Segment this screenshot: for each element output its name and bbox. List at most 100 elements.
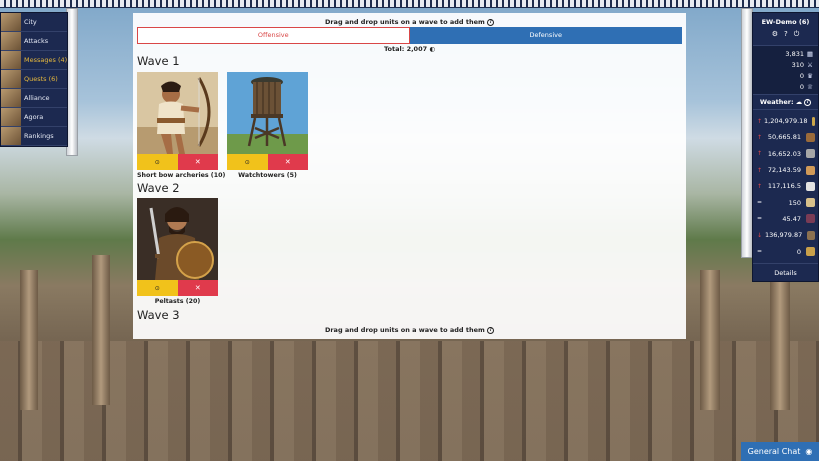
marble-icon bbox=[806, 181, 815, 191]
trend-up-icon: ↑ bbox=[757, 150, 763, 158]
messages-thumbnail-icon bbox=[1, 51, 21, 69]
menu-item-label: Quests (6) bbox=[24, 75, 58, 83]
resource-row: ↑ 1,204,979.18 bbox=[753, 113, 818, 129]
total-label: Total: bbox=[383, 45, 405, 53]
resource-value: 72,143.59 bbox=[767, 166, 801, 175]
instruction-text: Drag and drop units on a wave to add the… bbox=[324, 326, 485, 334]
alliance-thumbnail-icon bbox=[1, 89, 21, 107]
unit-card[interactable]: ⊙ ✕ Watchtowers (5) bbox=[227, 72, 308, 179]
trend-equal-icon: = bbox=[757, 215, 763, 223]
resources-list: ↑ 1,204,979.18 ↑ 50,665.81 ↑ 16,652.03 ↑ 72,… bbox=[753, 109, 818, 263]
info-icon: ⊙ bbox=[154, 284, 160, 292]
trophy-icon: ♕ bbox=[807, 82, 813, 91]
stone-icon bbox=[806, 149, 815, 159]
resource-value: 50,665.81 bbox=[767, 133, 801, 142]
remove-button[interactable]: ✕ bbox=[177, 154, 218, 170]
discord-icon: ◉ bbox=[805, 447, 813, 456]
info-button[interactable]: ⊙ bbox=[227, 154, 268, 170]
menu-item-rankings[interactable]: Rankings bbox=[1, 127, 67, 146]
unit-card[interactable]: ⊙ ✕ Peltasts (20) bbox=[137, 198, 218, 305]
stat-value: 310 bbox=[791, 60, 804, 69]
cart-icon bbox=[807, 230, 815, 240]
ruin-column bbox=[770, 280, 790, 410]
resource-value: 117,116.5 bbox=[767, 182, 801, 191]
stat-value: 3,831 bbox=[785, 49, 804, 58]
attacks-thumbnail-icon bbox=[1, 32, 21, 50]
resource-row: = 150 bbox=[753, 194, 818, 210]
info-icon: ⊙ bbox=[244, 158, 250, 166]
stat-row: 310 ⚔ bbox=[753, 59, 818, 70]
shield-icon: ◐ bbox=[429, 45, 436, 53]
stat-value: 0 bbox=[799, 82, 804, 91]
city-name[interactable]: EW-Demo (6) bbox=[753, 13, 818, 26]
bread-icon bbox=[806, 165, 815, 175]
stat-row: 0 ♕ bbox=[753, 81, 818, 92]
resource-value: 1,204,979.18 bbox=[764, 117, 808, 126]
card-actions: ⊙ ✕ bbox=[227, 154, 308, 170]
city-actions: ⚙ ? ⏻ bbox=[753, 26, 818, 45]
unit-card[interactable]: ⊙ ✕ Short bow archeries (10) bbox=[137, 72, 225, 179]
info-button[interactable]: ⊙ bbox=[137, 280, 178, 296]
resource-row: ↓ 136,979.87 bbox=[753, 227, 818, 243]
resource-row: ↑ 50,665.81 bbox=[753, 129, 818, 145]
menu-item-agora[interactable]: Agora bbox=[1, 108, 67, 127]
tab-defensive[interactable]: Defensive bbox=[409, 27, 682, 44]
wave-builder-modal: Drag and drop units on a wave to add the… bbox=[133, 13, 686, 339]
chat-label: General Chat bbox=[747, 447, 801, 456]
greek-key-border bbox=[0, 0, 819, 8]
city-thumbnail-icon bbox=[1, 13, 21, 31]
ruin-column bbox=[92, 255, 110, 405]
weather-row: Weather: ☁ ? bbox=[753, 95, 818, 109]
wood-icon bbox=[806, 132, 815, 142]
gear-icon[interactable]: ⚙ bbox=[772, 30, 778, 39]
help-icon[interactable]: ? bbox=[784, 30, 788, 39]
instruction-top: Drag and drop units on a wave to add the… bbox=[133, 13, 686, 27]
info-button[interactable]: ⊙ bbox=[137, 154, 178, 170]
sword-icon: ⚔ bbox=[807, 60, 813, 69]
remove-button[interactable]: ✕ bbox=[267, 154, 308, 170]
menu-item-alliance[interactable]: Alliance bbox=[1, 89, 67, 108]
help-icon[interactable]: ? bbox=[487, 18, 495, 26]
weather-cloud-icon: ☁ bbox=[795, 98, 803, 106]
rankings-thumbnail-icon bbox=[1, 127, 21, 145]
left-navigation-menu: City Attacks Messages (4) Quests (6) All… bbox=[0, 12, 68, 147]
temple-ruins-ground bbox=[0, 341, 819, 461]
trend-up-icon: ↑ bbox=[757, 166, 763, 174]
resource-value: 16,652.03 bbox=[767, 149, 801, 158]
resource-row: = 45.47 bbox=[753, 211, 818, 227]
remove-button[interactable]: ✕ bbox=[177, 280, 218, 296]
menu-item-quests[interactable]: Quests (6) bbox=[1, 70, 67, 89]
help-icon[interactable]: ? bbox=[804, 98, 812, 106]
ruin-column bbox=[700, 270, 720, 410]
total-value: 2,007 bbox=[406, 45, 428, 53]
unit-label: Watchtowers (5) bbox=[238, 172, 297, 179]
unit-label: Peltasts (20) bbox=[154, 298, 201, 305]
help-icon[interactable]: ? bbox=[487, 326, 495, 334]
card-actions: ⊙ ✕ bbox=[137, 280, 218, 296]
stat-row: 0 ♛ bbox=[753, 70, 818, 81]
details-button[interactable]: Details bbox=[753, 262, 818, 281]
general-chat-button[interactable]: General Chat ◉ bbox=[741, 442, 819, 461]
scroll-icon bbox=[806, 198, 815, 208]
info-icon: ⊙ bbox=[154, 158, 160, 166]
archer-illustration bbox=[137, 72, 218, 154]
trend-equal-icon: = bbox=[757, 199, 763, 207]
tab-offensive[interactable]: Offensive bbox=[137, 27, 410, 44]
resource-value: 45.47 bbox=[782, 214, 801, 223]
trend-down-icon: ↓ bbox=[757, 231, 763, 239]
resource-value: 136,979.87 bbox=[765, 231, 803, 240]
close-icon: ✕ bbox=[194, 158, 201, 166]
power-icon[interactable]: ⏻ bbox=[794, 30, 800, 39]
menu-item-attacks[interactable]: Attacks bbox=[1, 32, 67, 51]
menu-item-label: Alliance bbox=[24, 94, 50, 102]
close-icon: ✕ bbox=[284, 158, 291, 166]
wave-3-title: Wave 3 bbox=[137, 308, 180, 322]
menu-item-messages[interactable]: Messages (4) bbox=[1, 51, 67, 70]
card-actions: ⊙ ✕ bbox=[137, 154, 218, 170]
wave-2-title: Wave 2 bbox=[137, 181, 180, 195]
crown-icon: ♛ bbox=[807, 71, 813, 80]
instruction-text: Drag and drop units on a wave to add the… bbox=[324, 18, 485, 26]
hoplite-icon bbox=[806, 247, 815, 257]
trend-equal-icon: = bbox=[757, 248, 763, 256]
menu-item-city[interactable]: City bbox=[1, 13, 67, 32]
